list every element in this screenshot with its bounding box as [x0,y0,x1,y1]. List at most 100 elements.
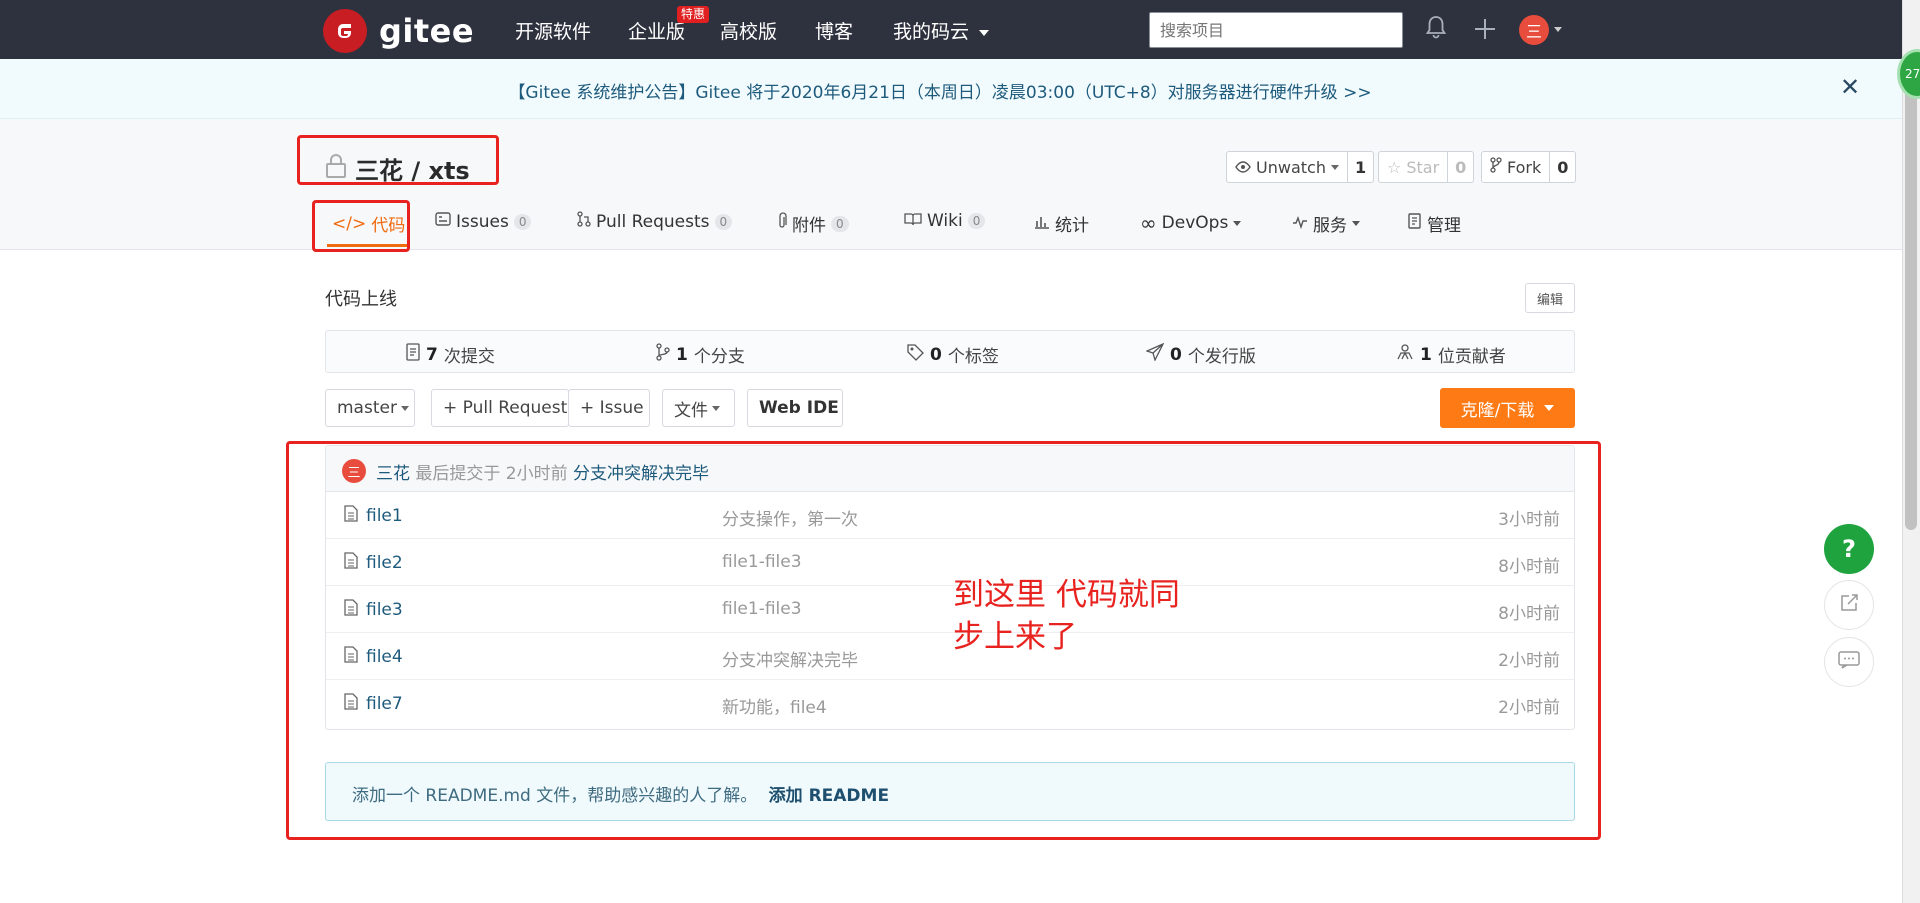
nav-blog[interactable]: 博客 [815,17,853,44]
tab-count-badge: 0 [967,213,986,229]
book-icon [904,211,922,231]
stat-releases[interactable]: 0 个发行版 [1145,342,1256,367]
star-label: Star [1406,157,1440,177]
chevron-down-icon [1352,221,1360,226]
new-issue-button[interactable]: + Issue [568,389,650,427]
tab-label: Issues [456,211,509,232]
fork-label: Fork [1507,157,1542,177]
annotation-line: 步上来了 [953,619,1077,655]
tab-label: 附件 [792,216,826,236]
help-button[interactable]: ? [1824,524,1874,574]
chevron-down-icon [979,29,990,36]
files-dropdown-label: 文件 [674,400,708,421]
new-pull-request-button[interactable]: + Pull Request [431,389,569,427]
notice-text[interactable]: 【Gitee 系统维护公告】Gitee 将于2020年6月21日（本周日）凌晨0… [0,78,1880,103]
close-icon[interactable]: ✕ [1840,73,1860,101]
nav-university[interactable]: 高校版 [720,17,777,44]
infinity-icon: ∞ [1140,211,1157,235]
maintenance-notice: 【Gitee 系统维护公告】Gitee 将于2020年6月21日（本周日）凌晨0… [0,59,1902,119]
nav-open-source[interactable]: 开源软件 [515,17,591,44]
fork-count[interactable]: 0 [1549,152,1575,182]
fork-button[interactable]: Fork 0 [1481,151,1577,183]
stat-commits[interactable]: 7 次提交 [406,342,495,367]
issues-icon [435,211,451,232]
annotation-box-files [286,441,1601,840]
pull-request-icon [577,211,591,232]
new-pull-request-label: + Pull Request [443,398,568,418]
tab-label: Pull Requests [596,211,710,232]
chevron-down-icon [712,405,720,411]
star-button[interactable]: ☆ Star 0 [1378,151,1475,183]
users-icon [1396,343,1414,366]
chevron-down-icon [400,405,409,411]
chevron-down-icon [1544,405,1555,411]
stat-number: 0 [1170,344,1182,365]
branch-icon [656,343,670,366]
document-icon [406,343,420,366]
chevron-down-icon [1330,164,1339,170]
web-ide-label: Web IDE [759,398,839,418]
tab-pull-requests[interactable]: Pull Requests 0 [577,211,733,232]
star-count[interactable]: 0 [1447,152,1473,182]
chevron-down-icon [1233,220,1242,226]
brand-name: gitee [379,12,475,50]
tab-issues[interactable]: Issues 0 [435,211,532,232]
nav-my-gitee[interactable]: 我的码云 [893,17,990,44]
watch-button[interactable]: Unwatch 1 [1226,151,1375,183]
clone-download-label: 克隆/下载 [1460,400,1535,421]
repo-stats: 7 次提交 1 个分支 0 个标签 0 个发行版 1 位贡献者 [325,330,1575,373]
stat-number: 7 [426,344,438,365]
gitee-logo-icon [323,9,367,53]
user-avatar[interactable]: 三 [1519,15,1549,45]
annotation-box-title [297,135,499,185]
send-icon [1145,342,1165,366]
tag-icon [906,343,924,366]
watch-label-wrap: Unwatch [1227,152,1347,182]
stat-contributors[interactable]: 1 位贡献者 [1396,342,1506,367]
top-navbar: gitee 开源软件 企业版 特惠 高校版 博客 我的码云 三 [0,0,1902,59]
tab-count-badge: 0 [831,215,849,232]
share-icon [1839,593,1859,617]
new-issue-label: + Issue [580,398,644,418]
stat-branches[interactable]: 1 个分支 [656,342,745,367]
branch-select[interactable]: master [325,389,415,427]
tab-devops[interactable]: ∞ DevOps [1140,211,1242,235]
eye-icon [1235,158,1251,177]
bell-icon[interactable] [1425,14,1447,44]
watch-count[interactable]: 1 [1346,152,1373,182]
annotation-line: 到这里 代码就同 [953,577,1180,613]
watch-label: Unwatch [1256,157,1326,177]
gitee-logo[interactable]: gitee [323,9,474,53]
tab-label: DevOps [1161,213,1229,233]
chat-icon [1838,651,1860,673]
tab-attachments[interactable]: 附件 0 [777,211,849,236]
tab-wiki[interactable]: Wiki 0 [904,211,986,231]
clone-download-button[interactable]: 克隆/下载 [1440,388,1575,428]
chevron-down-icon[interactable] [1554,27,1562,32]
files-dropdown[interactable]: 文件 [662,389,735,427]
search-input[interactable] [1149,12,1403,48]
stat-label: 次提交 [443,347,495,367]
settings-doc-icon [1408,213,1422,234]
web-ide-button[interactable]: Web IDE [747,389,843,427]
share-button[interactable] [1824,580,1874,630]
tab-statistics[interactable]: 统计 [1034,211,1089,236]
tab-count-badge: 0 [513,213,532,230]
stat-label: 个标签 [947,347,999,367]
feedback-button[interactable] [1824,637,1874,687]
page: gitee 开源软件 企业版 特惠 高校版 博客 我的码云 三 【Gitee 系… [0,0,1920,903]
stat-number: 1 [676,344,688,365]
bar-chart-icon [1034,214,1050,234]
hot-badge: 特惠 [677,6,710,23]
stat-tags[interactable]: 0 个标签 [906,342,999,367]
fork-label-wrap: Fork [1482,152,1549,182]
branch-select-label: master [337,398,397,418]
stat-number: 1 [1420,344,1432,365]
tab-services[interactable]: 服务 [1292,211,1360,236]
edit-description-button[interactable]: 编辑 [1525,283,1575,313]
tab-manage[interactable]: 管理 [1408,211,1461,236]
tab-label: 服务 [1313,216,1347,236]
scrollbar-thumb[interactable] [1905,60,1917,530]
plus-icon[interactable] [1473,17,1497,45]
tab-label: 统计 [1055,216,1089,236]
